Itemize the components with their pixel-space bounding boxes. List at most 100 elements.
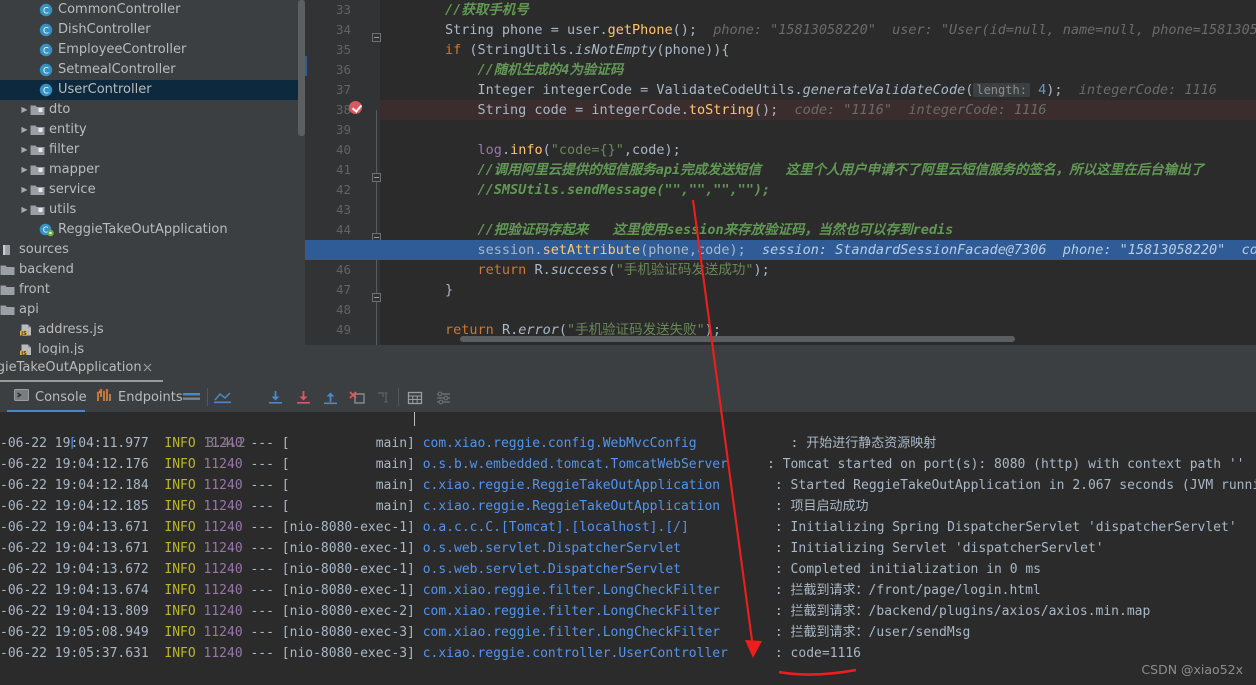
- tree-item-label: utils: [49, 202, 77, 217]
- tree-item-label: EmployeeController: [58, 42, 187, 57]
- code-line[interactable]: session.setAttribute(phone,code); sessio…: [380, 240, 1256, 260]
- log-thread: [ main]: [281, 499, 415, 514]
- log-level: INFO: [164, 583, 196, 598]
- svg-text:C: C: [43, 66, 49, 76]
- code-line[interactable]: }: [380, 280, 1256, 300]
- tree-item-front[interactable]: front: [0, 280, 305, 300]
- project-tree-scrollbar[interactable]: [298, 0, 305, 136]
- log-thread: [ main]: [281, 478, 415, 493]
- java-class-icon: C: [39, 20, 54, 40]
- tree-item-setmealcontroller[interactable]: C SetmealController: [0, 60, 305, 80]
- code-line[interactable]: [380, 120, 1256, 140]
- log-pid: 11240: [203, 457, 243, 472]
- code-line[interactable]: String phone = user.getPhone(); phone: "…: [380, 20, 1256, 40]
- chevron-right-icon[interactable]: ▶: [19, 200, 30, 220]
- tree-item-dto[interactable]: ▶ dto: [0, 100, 305, 120]
- tree-item-commoncontroller[interactable]: C CommonController: [0, 0, 305, 20]
- drop-frame-icon[interactable]: [348, 383, 367, 411]
- step-out-icon[interactable]: [321, 383, 340, 411]
- project-tree-panel[interactable]: C CommonController C DishController C Employe…: [0, 0, 305, 355]
- tree-item-api[interactable]: api: [0, 300, 305, 320]
- tree-item-label: SetmealController: [58, 62, 176, 77]
- console-icon: [14, 388, 29, 407]
- log-message: : 拦截到请求：/backend/plugins/axios/axios.min…: [774, 604, 1151, 619]
- console-tab-button[interactable]: Console: [14, 383, 87, 411]
- step-over-icon[interactable]: [266, 383, 285, 411]
- code-line[interactable]: [380, 300, 1256, 320]
- close-icon[interactable]: [141, 361, 154, 374]
- fold-column[interactable]: [372, 0, 381, 345]
- run-toolbar[interactable]: Console Endpoints: [0, 383, 1256, 411]
- tree-item-usercontroller[interactable]: C UserController: [0, 80, 305, 100]
- code-text-area[interactable]: //获取手机号 String phone = user.getPhone(); …: [380, 0, 1256, 345]
- run-to-cursor-icon[interactable]: [375, 383, 394, 411]
- code-line[interactable]: //调用阿里云提供的短信服务api完成发送短信 这里个人用户申请不了阿里云短信服…: [380, 160, 1256, 180]
- chevron-right-icon[interactable]: ▶: [19, 180, 30, 200]
- log-logger: com.xiao.reggie.config.WebMvcConfig: [422, 436, 697, 451]
- code-line[interactable]: log.info("code={}",code);: [380, 140, 1256, 160]
- log-pid: 11240: [203, 604, 243, 619]
- tree-item-reggietakeoutapplication[interactable]: C ReggieTakeOutApplication: [0, 220, 305, 240]
- run-tab-reggie-take-out-application[interactable]: ReggieTakeOutApplication: [0, 355, 142, 381]
- chevron-right-icon[interactable]: ▶: [19, 160, 30, 180]
- chevron-right-icon[interactable]: ▶: [19, 120, 30, 140]
- log-message: : Initializing Spring DispatcherServlet …: [774, 520, 1237, 535]
- code-line[interactable]: //把验证码存起来 这里使用session来存放验证码，当然也可以存到redis: [380, 220, 1256, 240]
- tree-item-dishcontroller[interactable]: C DishController: [0, 20, 305, 40]
- settings-list-icon[interactable]: [434, 383, 453, 411]
- console-output[interactable]: ⌈ 3.4.2 -06-22 19:04:11.977 INFO 11240 --…: [0, 412, 1256, 685]
- console-log-line: -06-22 19:04:12.184 INFO 11240 --- [ mai…: [0, 475, 1256, 496]
- tree-item-label: ReggieTakeOutApplication: [58, 222, 228, 237]
- tree-item-service[interactable]: ▶ service: [0, 180, 305, 200]
- folder-icon: [0, 300, 15, 320]
- code-line[interactable]: //随机生成的4为验证码: [380, 60, 1256, 80]
- breakpoint-icon[interactable]: [349, 101, 362, 114]
- log-dash: ---: [250, 499, 274, 514]
- tree-item-utils[interactable]: ▶ utils: [0, 200, 305, 220]
- tree-item-label: DishController: [58, 22, 151, 37]
- run-tool-window[interactable]: ReggieTakeOutApplication Console: [0, 355, 1256, 685]
- console-log-line: -06-22 19:04:13.672 INFO 11240 --- [nio-…: [0, 559, 1256, 580]
- endpoints-tab-button[interactable]: Endpoints: [96, 383, 183, 411]
- step-into-icon[interactable]: [294, 383, 313, 411]
- code-line[interactable]: return R.success("手机验证码发送成功");: [380, 260, 1256, 280]
- chevron-right-icon[interactable]: ▶: [19, 140, 30, 160]
- tree-item-sources[interactable]: sources: [0, 240, 305, 260]
- tree-item-employeecontroller[interactable]: C EmployeeController: [0, 40, 305, 60]
- evaluate-expression-icon[interactable]: [406, 383, 425, 411]
- log-logger: com.xiao.reggie.filter.LongCheckFilter: [422, 583, 721, 598]
- tree-item-mapper[interactable]: ▶ mapper: [0, 160, 305, 180]
- tree-item-filter[interactable]: ▶ filter: [0, 140, 305, 160]
- java-class-icon: C: [39, 60, 54, 80]
- layout-settings-icon[interactable]: [182, 383, 201, 411]
- tree-item-label: dto: [49, 102, 71, 117]
- svg-text:JS: JS: [20, 331, 27, 337]
- code-line[interactable]: Integer integerCode = ValidateCodeUtils.…: [380, 80, 1256, 100]
- log-timestamp: -06-22 19:05:08.949: [0, 625, 149, 640]
- code-line[interactable]: if (StringUtils.isNotEmpty(phone)){: [380, 40, 1256, 60]
- tree-item-address-js[interactable]: JS address.js: [0, 320, 305, 340]
- log-timestamp: -06-22 19:04:12.185: [0, 499, 149, 514]
- trace-current-stream-chain-icon[interactable]: [213, 383, 232, 411]
- code-line[interactable]: String code = integerCode.toString(); co…: [380, 100, 1256, 120]
- log-dash: ---: [250, 457, 274, 472]
- editor-gutter[interactable]: 3334353637383940414243444546474849: [305, 0, 381, 345]
- tree-item-backend[interactable]: backend: [0, 260, 305, 280]
- log-pid: 11240: [203, 583, 243, 598]
- editor-horizontal-scrollbar[interactable]: [460, 336, 1015, 342]
- run-tab-bar[interactable]: ReggieTakeOutApplication: [0, 355, 1256, 382]
- log-pid: 11240: [203, 625, 243, 640]
- package-folder-icon: [30, 200, 45, 220]
- tree-item-entity[interactable]: ▶ entity: [0, 120, 305, 140]
- log-message: : Started ReggieTakeOutApplication in 2.…: [774, 478, 1256, 493]
- tree-item-login-js[interactable]: JS login.js: [0, 340, 305, 355]
- code-line[interactable]: //获取手机号: [380, 0, 1256, 20]
- log-dash: ---: [250, 604, 274, 619]
- log-thread: [nio-8080-exec-1]: [281, 541, 415, 556]
- code-editor[interactable]: 3334353637383940414243444546474849 //获取手…: [305, 0, 1256, 345]
- line-number: 37: [335, 82, 351, 97]
- code-line[interactable]: [380, 200, 1256, 220]
- code-line[interactable]: //SMSUtils.sendMessage("","","","");: [380, 180, 1256, 200]
- chevron-right-icon[interactable]: ▶: [19, 100, 30, 120]
- log-level: INFO: [164, 646, 196, 661]
